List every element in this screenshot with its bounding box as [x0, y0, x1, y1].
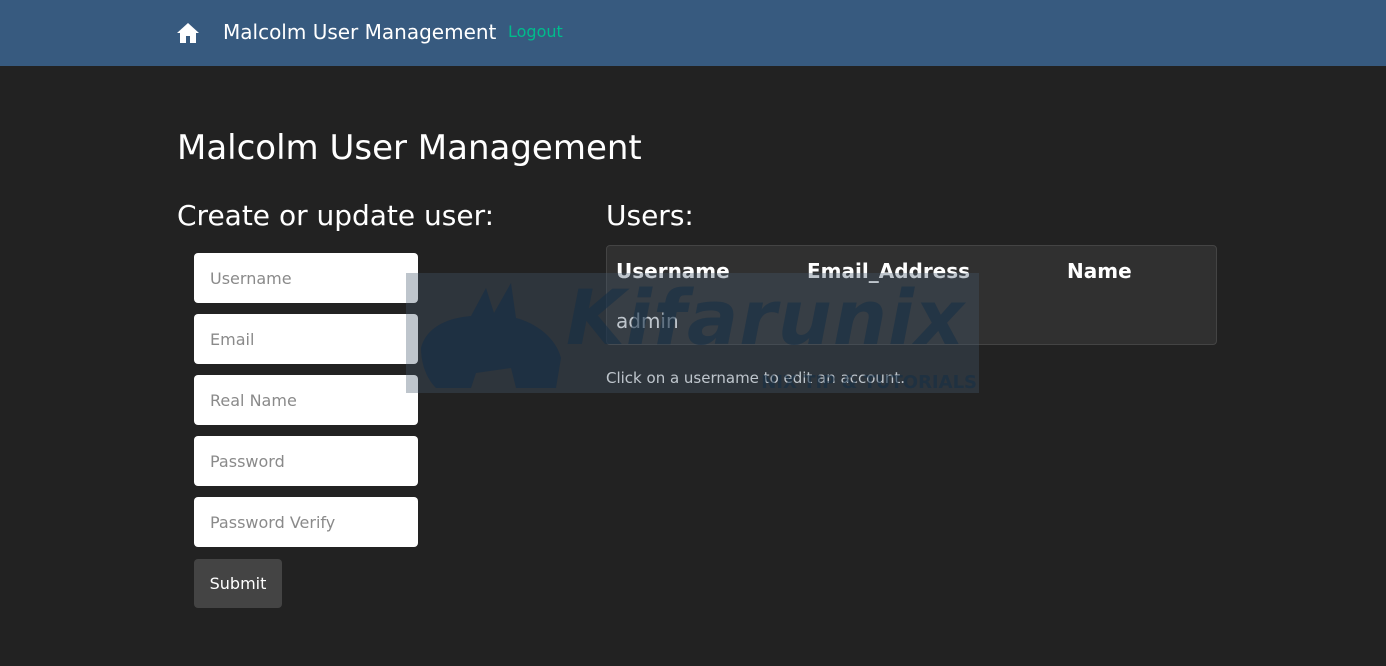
username-input[interactable] [194, 253, 418, 303]
column-header-email: Email_Address [807, 259, 971, 283]
column-header-name: Name [1067, 259, 1132, 283]
users-table: Username Email_Address Name admin [606, 245, 1217, 345]
rhino-logo-icon [421, 283, 561, 388]
logout-link[interactable]: Logout [508, 22, 563, 41]
real-name-input[interactable] [194, 375, 418, 425]
help-text: Click on a username to edit an account. [606, 369, 906, 387]
navbar: Malcolm User Management Logout [0, 0, 1386, 66]
navbar-brand[interactable]: Malcolm User Management [223, 20, 496, 44]
create-user-heading: Create or update user: [177, 199, 495, 232]
table-row: admin [607, 301, 1216, 341]
password-verify-input[interactable] [194, 497, 418, 547]
submit-button[interactable]: Submit [194, 559, 282, 608]
password-input[interactable] [194, 436, 418, 486]
page-title: Malcolm User Management [177, 128, 642, 168]
email-input[interactable] [194, 314, 418, 364]
user-username-link[interactable]: admin [616, 309, 679, 333]
users-heading: Users: [606, 199, 694, 232]
column-header-username: Username [616, 259, 730, 283]
home-icon[interactable] [176, 21, 200, 45]
